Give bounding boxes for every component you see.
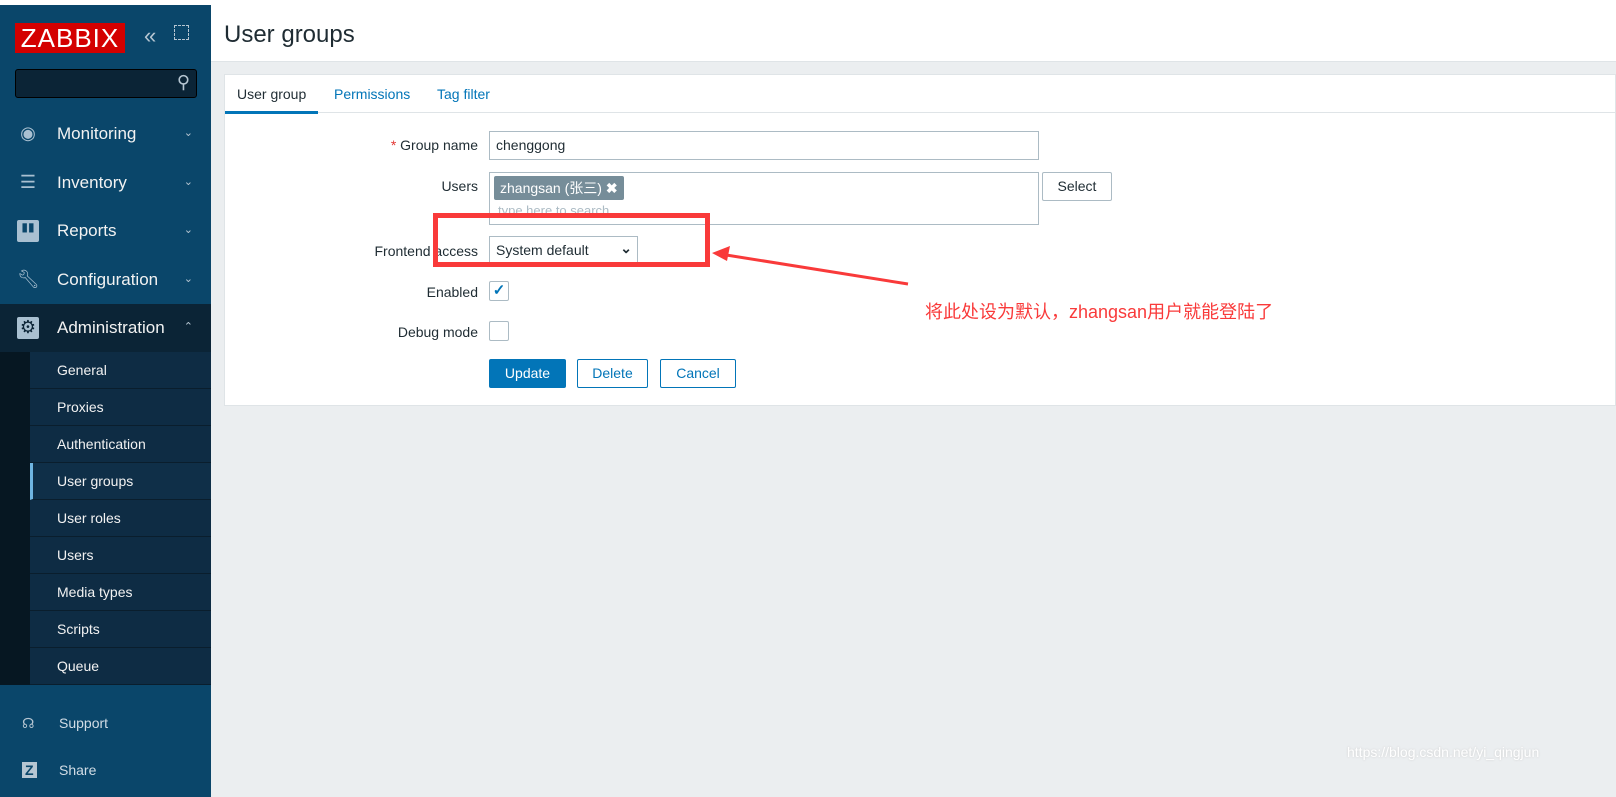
chevron-down-icon: ⌄: [183, 127, 193, 139]
wrench-icon: 🔧︎: [17, 269, 40, 289]
select-button[interactable]: Select: [1042, 172, 1112, 201]
submenu-scripts[interactable]: Scripts: [30, 611, 211, 648]
menu-monitoring[interactable]: ◉ Monitoring ⌄: [0, 110, 211, 158]
page-header: User groups: [211, 5, 1616, 62]
list-icon: ☰: [19, 172, 37, 192]
menu-configuration[interactable]: 🔧︎ Configuration ⌄: [0, 256, 211, 304]
submenu-general[interactable]: General: [30, 352, 211, 389]
enabled-checkbox[interactable]: ✓: [489, 281, 509, 301]
submenu-user-groups[interactable]: User groups: [30, 463, 211, 500]
submenu-queue[interactable]: Queue: [30, 648, 211, 685]
debug-mode-label: Debug mode: [397, 324, 478, 340]
submenu-proxies[interactable]: Proxies: [30, 389, 211, 426]
debug-mode-checkbox[interactable]: [489, 321, 509, 341]
tabs: User group Permissions Tag filter: [225, 75, 1615, 114]
annotation-arrow: [712, 246, 909, 286]
user-tag: zhangsan (张三) ✖: [494, 176, 624, 200]
group-name-input[interactable]: chenggong: [489, 131, 1039, 160]
sidebar: ZABBIX « ⚲ ◉ Monitoring ⌄ ☰ Inventory ⌄ ▮▮ Re…: [0, 5, 211, 797]
search-icon[interactable]: ⚲: [177, 72, 190, 93]
share-icon: Z: [22, 762, 37, 778]
delete-button[interactable]: Delete: [577, 359, 648, 388]
chevron-down-icon: ⌄: [183, 224, 193, 236]
users-label: Users: [441, 178, 478, 194]
search-input[interactable]: ⚲: [15, 69, 197, 98]
update-button[interactable]: Update: [489, 359, 566, 388]
chevron-down-icon: ⌄: [183, 273, 193, 285]
tab-tag-filter[interactable]: Tag filter: [437, 86, 490, 102]
annotation-highlight-box: [433, 213, 710, 267]
submenu-authentication[interactable]: Authentication: [30, 426, 211, 463]
submenu-users[interactable]: Users: [30, 537, 211, 574]
tab-user-group[interactable]: User group: [225, 86, 319, 114]
menu-administration[interactable]: ⚙ Administration ⌃: [0, 304, 211, 352]
collapse-icon[interactable]: «: [144, 23, 156, 49]
support-link[interactable]: ☊ Support: [0, 715, 211, 735]
menu-reports[interactable]: ▮▮ Reports ⌄: [0, 207, 211, 255]
chevron-down-icon: ⌄: [183, 176, 193, 188]
enabled-label: Enabled: [426, 284, 478, 300]
share-link[interactable]: Z Share: [0, 762, 211, 782]
cancel-button[interactable]: Cancel: [660, 359, 736, 388]
remove-icon[interactable]: ✖: [606, 180, 618, 196]
submenu-strip: [0, 352, 30, 685]
headset-icon: ☊: [22, 715, 35, 731]
bar-chart-icon: ▮▮: [17, 220, 39, 242]
submenu-user-roles[interactable]: User roles: [30, 500, 211, 537]
administration-submenu: General Proxies Authentication User grou…: [0, 352, 211, 685]
zabbix-logo[interactable]: ZABBIX: [15, 23, 125, 53]
annotation-text: 将此处设为默认，zhangsan用户就能登陆了: [925, 302, 1274, 322]
eye-icon: ◉: [20, 123, 36, 143]
menu-inventory[interactable]: ☰ Inventory ⌄: [0, 159, 211, 207]
chevron-up-icon: ⌃: [183, 321, 193, 333]
gear-icon: ⚙: [17, 317, 39, 339]
kiosk-mode-icon[interactable]: [174, 25, 189, 40]
group-name-label: * Group name: [390, 137, 478, 153]
watermark: https://blog.csdn.net/yi_qingjun: [1347, 744, 1540, 760]
submenu-media-types[interactable]: Media types: [30, 574, 211, 611]
tab-permissions[interactable]: Permissions: [334, 86, 410, 102]
page-title: User groups: [224, 21, 355, 48]
